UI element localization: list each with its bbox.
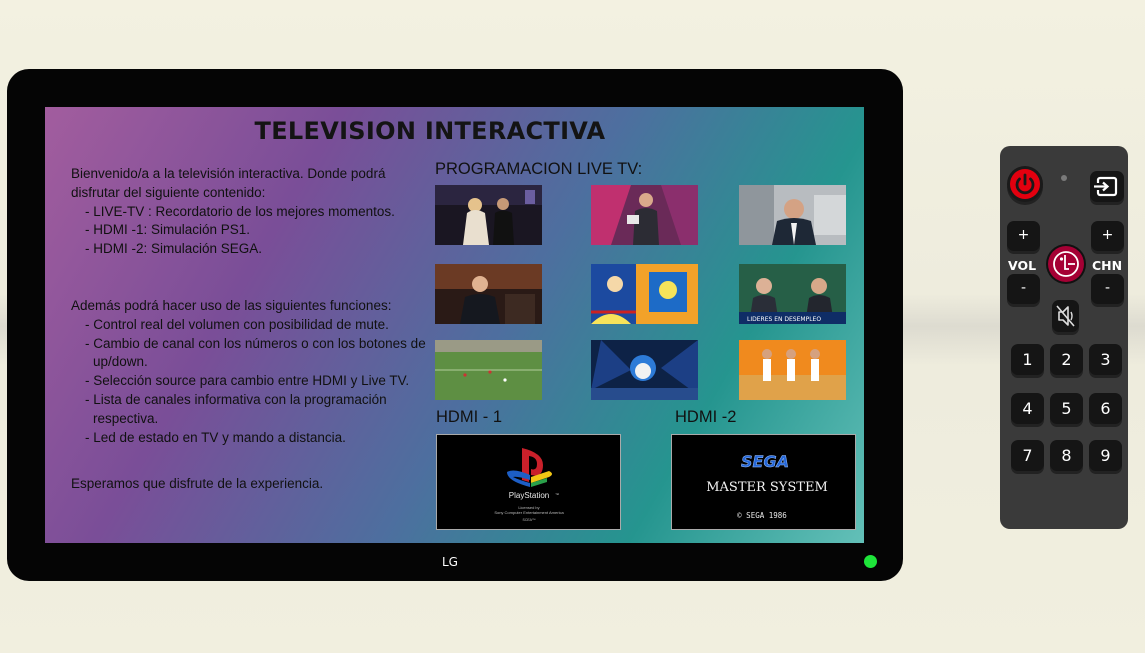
volume-up-button[interactable]: + (1007, 221, 1040, 251)
number-button-8[interactable]: 8 (1050, 440, 1083, 471)
number-button-3[interactable]: 3 (1089, 344, 1122, 375)
content-list: - LIVE-TV : Recordatorio de los mejores … (71, 203, 426, 259)
power-icon (1010, 169, 1040, 199)
hdmi2-label: HDMI -2 (675, 408, 737, 426)
number-button-2[interactable]: 2 (1050, 344, 1083, 375)
channel-thumbnail[interactable] (435, 340, 542, 400)
intro-text: Bienvenido/a a la televisión interactiva… (71, 166, 386, 200)
volume-label: VOL (1008, 258, 1037, 273)
functions-intro: Además podrá hacer uso de las siguientes… (71, 297, 392, 313)
number-button-4[interactable]: 4 (1011, 393, 1044, 424)
sega-copyright: © SEGA 1986 (737, 511, 787, 520)
remote-status-led (1061, 175, 1067, 181)
channel-label: CHN (1092, 258, 1123, 273)
function-item: - Control real del volumen con posibilid… (85, 316, 389, 332)
number-button-5[interactable]: 5 (1050, 393, 1083, 424)
function-list: - Control real del volumen con posibilid… (71, 316, 426, 448)
channel-up-button[interactable]: + (1091, 221, 1124, 251)
tv-screen: TELEVISION INTERACTIVA Bienvenido/a a la… (45, 107, 864, 543)
channel-down-button[interactable]: - (1091, 274, 1124, 304)
closing-text: Esperamos que disfrute de la experiencia… (71, 476, 324, 492)
thumbnail-caption: LIDERES EN DESEMPLEO (747, 316, 821, 323)
hdmi1-label: HDMI - 1 (436, 408, 502, 426)
television: TELEVISION INTERACTIVA Bienvenido/a a la… (7, 69, 903, 581)
sega-logo: SEGA MASTER SYSTEM © SEGA 1986 (706, 452, 828, 520)
number-button-7[interactable]: 7 (1011, 440, 1044, 471)
input-source-icon (1094, 176, 1118, 197)
content-item: - HDMI -2: Simulación SEGA. (85, 241, 263, 257)
number-button-6[interactable]: 6 (1089, 393, 1122, 424)
power-button[interactable] (1007, 166, 1043, 202)
number-button-1[interactable]: 1 (1011, 344, 1044, 375)
channel-thumbnail[interactable] (739, 340, 846, 400)
channel-thumbnail[interactable] (435, 185, 542, 245)
volume-down-button[interactable]: - (1007, 274, 1040, 304)
channel-thumbnail[interactable] (739, 185, 846, 245)
remote-control: + + VOL CHN - - 1 2 3 4 5 6 7 8 9 (1000, 146, 1128, 529)
trademark-symbol: ™ (555, 492, 559, 497)
hdmi2-preview[interactable]: SEGA MASTER SYSTEM © SEGA 1986 (671, 434, 856, 530)
mute-icon (1056, 305, 1075, 327)
lg-logo-button[interactable] (1046, 244, 1086, 284)
number-button-9[interactable]: 9 (1089, 440, 1122, 471)
function-item: - Lista de canales informativa con la pr… (85, 391, 387, 426)
sega-brand: SEGA (741, 452, 789, 471)
function-item: - Selección source para cambio entre HDM… (85, 373, 410, 389)
channel-thumbnail[interactable]: LIDERES EN DESEMPLEO (739, 264, 846, 324)
channel-thumbnail[interactable] (435, 264, 542, 324)
licensed-line: Sony Computer Entertainment America (494, 510, 564, 515)
tv-status-led (864, 555, 877, 568)
hdmi1-preview[interactable]: PlayStation ™ Licensed by Sony Computer … (436, 434, 621, 530)
content-item: - LIVE-TV : Recordatorio de los mejores … (85, 203, 395, 219)
page-title: TELEVISION INTERACTIVA (254, 117, 606, 145)
content-item: - HDMI -1: Simulación PS1. (85, 222, 251, 238)
function-item: - Cambio de canal con los números o con … (85, 335, 426, 370)
channel-thumbnail[interactable] (591, 264, 698, 324)
tv-brand-label: LG (442, 555, 458, 569)
master-system-text: MASTER SYSTEM (706, 480, 828, 495)
mute-button[interactable] (1052, 300, 1079, 332)
scea-text: SCEA™ (522, 518, 535, 522)
function-item: - Led de estado en TV y mando a distanci… (85, 429, 346, 445)
lg-logo-icon (1048, 246, 1084, 282)
playstation-logo: PlayStation ™ Licensed by Sony Computer … (494, 448, 564, 522)
source-button[interactable] (1090, 171, 1124, 202)
live-tv-label: PROGRAMACION LIVE TV: (435, 160, 643, 178)
channel-thumbnail[interactable] (591, 185, 698, 245)
playstation-text: PlayStation (509, 491, 549, 500)
channel-thumbnail[interactable] (591, 340, 698, 400)
info-text: Bienvenido/a a la televisión interactiva… (71, 165, 426, 494)
